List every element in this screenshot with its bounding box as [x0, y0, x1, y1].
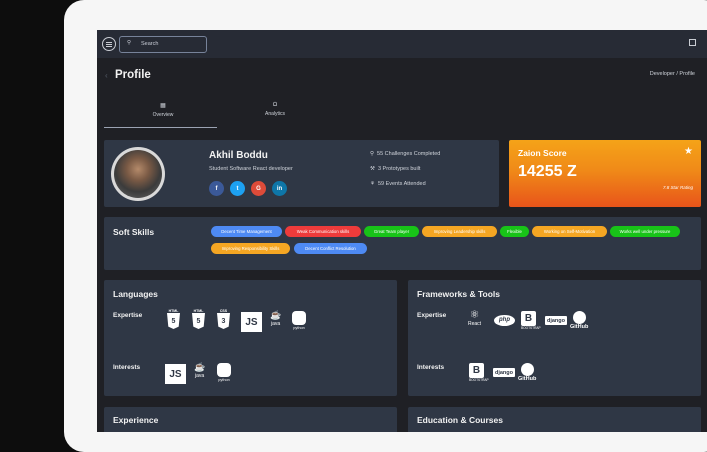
- bootstrap-icon: B BOOTSTRAP: [469, 363, 489, 382]
- back-chevron-icon[interactable]: ‹: [105, 71, 108, 80]
- star-icon: ★: [684, 146, 693, 157]
- skill-pill: Flexible: [500, 226, 529, 237]
- stat-challenges: ⚲ 55 Challenges Completed: [370, 151, 440, 157]
- wrench-icon: ⚒: [370, 166, 375, 172]
- linkedin-icon[interactable]: in: [272, 181, 287, 196]
- app-screen: ⚲ Search ‹ Profile Developer / Profile ▦…: [97, 30, 707, 432]
- django-icon: django: [493, 368, 515, 377]
- score-value: 14255 Z: [518, 163, 577, 180]
- grid-icon: ▦: [160, 103, 166, 109]
- frameworks-card: Frameworks & Tools Expertise ⚛ React php …: [408, 280, 701, 396]
- active-tab-indicator: [104, 127, 217, 128]
- python-icon: python: [217, 363, 231, 382]
- stat-text: 55 Challenges Completed: [377, 151, 441, 157]
- github-icon: GitHub: [570, 311, 588, 330]
- skill-pill: Decent Conflict Resolution: [294, 243, 367, 254]
- stat-events: ⚘ 59 Events Attended: [370, 181, 426, 187]
- breadcrumb[interactable]: Developer / Profile: [650, 71, 695, 77]
- java-icon: ☕ java: [194, 362, 206, 379]
- trophy-icon: ⚲: [370, 151, 375, 157]
- skill-pill: Improving Leadership skills: [422, 226, 497, 237]
- tab-overview[interactable]: ▦ Overview: [143, 102, 183, 118]
- tab-label: Analytics: [264, 111, 285, 117]
- page-title: Profile: [115, 69, 151, 81]
- skill-pill: Decent Time Management: [211, 226, 282, 237]
- html5-icon: HTML 5: [167, 309, 180, 329]
- django-icon: django: [545, 316, 567, 325]
- expertise-label: Expertise: [113, 312, 143, 319]
- soft-skills-card: Soft Skills Decent Time Management Weak …: [104, 217, 701, 270]
- java-icon: ☕ java: [270, 310, 282, 327]
- score-rating: 7.8 Star Rating: [662, 185, 693, 190]
- stat-text: 3 Prototypes built: [377, 166, 421, 172]
- skill-pill: Improving Responsibility Skills: [211, 243, 290, 254]
- skill-pill: Working on Self-Motivation: [532, 226, 607, 237]
- facebook-icon[interactable]: f: [209, 181, 224, 196]
- tab-analytics[interactable]: Ω Analytics: [255, 102, 295, 117]
- stat-prototypes: ⚒ 3 Prototypes built: [370, 166, 420, 172]
- profile-card: Akhil Boddu Student Software React devel…: [104, 140, 499, 207]
- bootstrap-icon: B BOOTSTRAP: [521, 311, 541, 330]
- chart-icon: Ω: [272, 102, 278, 108]
- skill-pill: Weak Communication skills: [285, 226, 361, 237]
- interests-label: Interests: [113, 364, 141, 371]
- zaion-score-card: Zaion Score ★ 14255 Z 7.8 Star Rating: [509, 140, 701, 207]
- search-placeholder: Search: [141, 41, 159, 47]
- expertise-label: Expertise: [417, 312, 447, 319]
- html5-icon: HTML 5: [192, 309, 205, 329]
- javascript-icon: JS: [241, 312, 262, 332]
- avatar: [111, 147, 165, 201]
- education-title: Education & Courses: [417, 415, 503, 425]
- twitter-icon[interactable]: t: [230, 181, 245, 196]
- skill-pill: Works well under pressure: [610, 226, 680, 237]
- tab-label: Overview: [152, 112, 174, 118]
- score-title: Zaion Score: [518, 148, 567, 158]
- google-icon[interactable]: G: [251, 181, 266, 196]
- css3-icon: CSS 3: [217, 309, 230, 329]
- skill-pill: Great Team player: [364, 226, 419, 237]
- languages-title: Languages: [113, 289, 158, 299]
- experience-title: Experience: [113, 415, 159, 425]
- soft-skills-title: Soft Skills: [113, 227, 155, 237]
- fullscreen-icon[interactable]: [689, 39, 696, 46]
- frameworks-title: Frameworks & Tools: [417, 289, 500, 299]
- github-icon: GitHub: [518, 363, 536, 382]
- php-icon: php: [494, 315, 515, 326]
- react-icon: ⚛ React: [468, 309, 482, 328]
- menu-icon[interactable]: [102, 37, 116, 51]
- python-icon: python: [292, 311, 306, 330]
- top-bar: ⚲ Search: [97, 30, 707, 58]
- education-card: Education & Courses: [408, 407, 701, 432]
- profile-role: Student Software React developer: [209, 166, 293, 172]
- javascript-icon: JS: [165, 364, 186, 384]
- award-icon: ⚘: [370, 181, 375, 187]
- interests-label: Interests: [417, 364, 445, 371]
- stat-text: 59 Events Attended: [377, 181, 426, 187]
- experience-card: Experience: [104, 407, 397, 432]
- search-input[interactable]: ⚲ Search: [119, 36, 207, 53]
- search-icon: ⚲: [127, 40, 132, 46]
- languages-card: Languages Expertise HTML 5 HTML 5 CSS 3 JS …: [104, 280, 397, 396]
- profile-name: Akhil Boddu: [209, 150, 268, 161]
